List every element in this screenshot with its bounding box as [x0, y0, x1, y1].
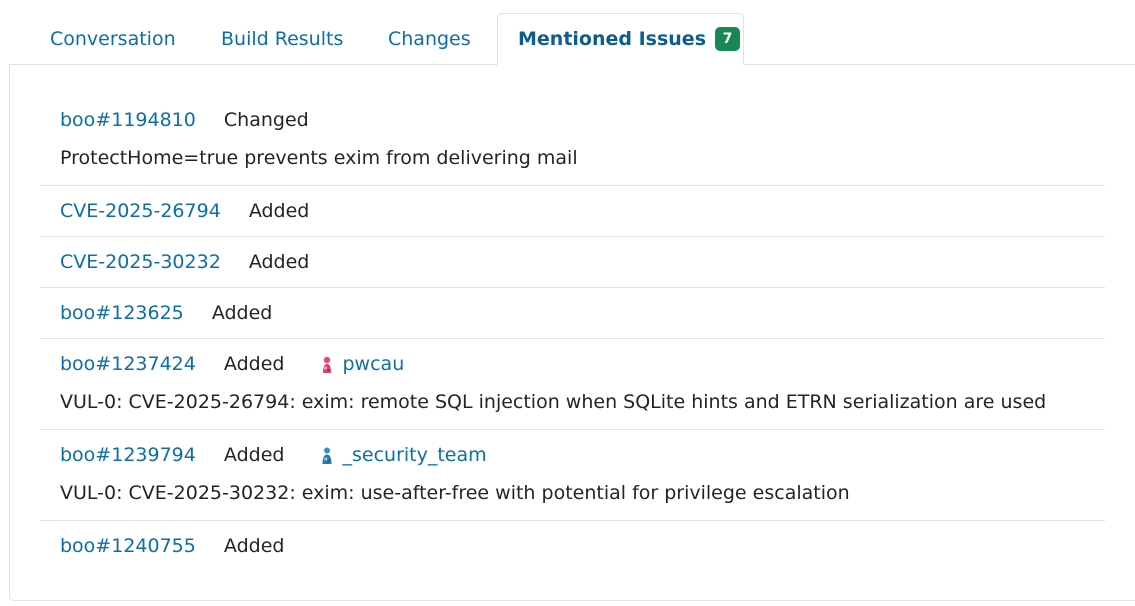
- issue-link[interactable]: boo#1237424: [60, 353, 196, 375]
- list-item: boo#1240755 Added: [40, 521, 1105, 572]
- tab-mentioned-issues[interactable]: Mentioned Issues 7: [497, 13, 744, 65]
- issues-list: boo#1194810 Changed ProtectHome=true pre…: [9, 65, 1135, 601]
- issue-state: Added: [223, 353, 285, 375]
- user-link-pwcau[interactable]: pwcau: [317, 339, 405, 389]
- issue-link[interactable]: boo#1240755: [60, 535, 196, 557]
- tab-conversation[interactable]: Conversation: [50, 13, 176, 65]
- issue-header: boo#1194810 Changed: [60, 95, 309, 145]
- user-link-security-team[interactable]: _security_team: [317, 430, 487, 480]
- issues-panel: Conversation Build Results Changes Menti…: [9, 13, 1135, 601]
- issue-link[interactable]: CVE-2025-30232: [60, 251, 221, 273]
- tab-mentioned-issues-label: Mentioned Issues: [518, 28, 707, 50]
- issue-state: Added: [248, 200, 310, 222]
- issue-count-badge: 7: [714, 27, 741, 51]
- issue-header: boo#1240755 Added: [60, 521, 284, 571]
- issue-header: CVE-2025-26794 Added: [60, 186, 309, 236]
- list-item: boo#123625 Added: [40, 288, 1105, 339]
- issue-header: boo#1239794 Added _security_team: [60, 430, 487, 480]
- user-name: _security_team: [342, 444, 487, 466]
- list-item: boo#1237424 Added pwcau VUL-0: CVE-2025-…: [40, 339, 1105, 430]
- list-item: CVE-2025-30232 Added: [40, 237, 1105, 288]
- issue-link[interactable]: CVE-2025-26794: [60, 200, 221, 222]
- issue-link[interactable]: boo#1239794: [60, 444, 196, 466]
- list-item: boo#1194810 Changed ProtectHome=true pre…: [40, 95, 1105, 186]
- issue-state: Added: [248, 251, 310, 273]
- issue-state: Added: [223, 444, 285, 466]
- issue-state: Changed: [223, 109, 309, 131]
- tab-changes[interactable]: Changes: [388, 13, 471, 65]
- issue-header: CVE-2025-30232 Added: [60, 237, 309, 287]
- issue-link[interactable]: boo#123625: [60, 302, 184, 324]
- issue-state: Added: [223, 535, 285, 557]
- list-item: CVE-2025-26794 Added: [40, 186, 1105, 237]
- issue-link[interactable]: boo#1194810: [60, 109, 196, 131]
- issue-state: Added: [211, 302, 273, 324]
- issue-summary: VUL-0: CVE-2025-26794: exim: remote SQL …: [60, 391, 1047, 413]
- tab-build-results[interactable]: Build Results: [221, 13, 343, 65]
- list-item: boo#1239794 Added _security_team VUL-0: …: [40, 430, 1105, 521]
- blue-team-avatar-icon: [322, 447, 331, 464]
- pink-user-avatar-icon: [322, 356, 331, 373]
- issue-summary: VUL-0: CVE-2025-30232: exim: use-after-f…: [60, 482, 850, 504]
- user-name: pwcau: [342, 353, 405, 375]
- issue-header: boo#1237424 Added pwcau: [60, 339, 404, 389]
- issue-header: boo#123625 Added: [60, 288, 272, 338]
- issue-summary: ProtectHome=true prevents exim from deli…: [60, 147, 578, 169]
- tab-bar: Conversation Build Results Changes Menti…: [9, 13, 1135, 65]
